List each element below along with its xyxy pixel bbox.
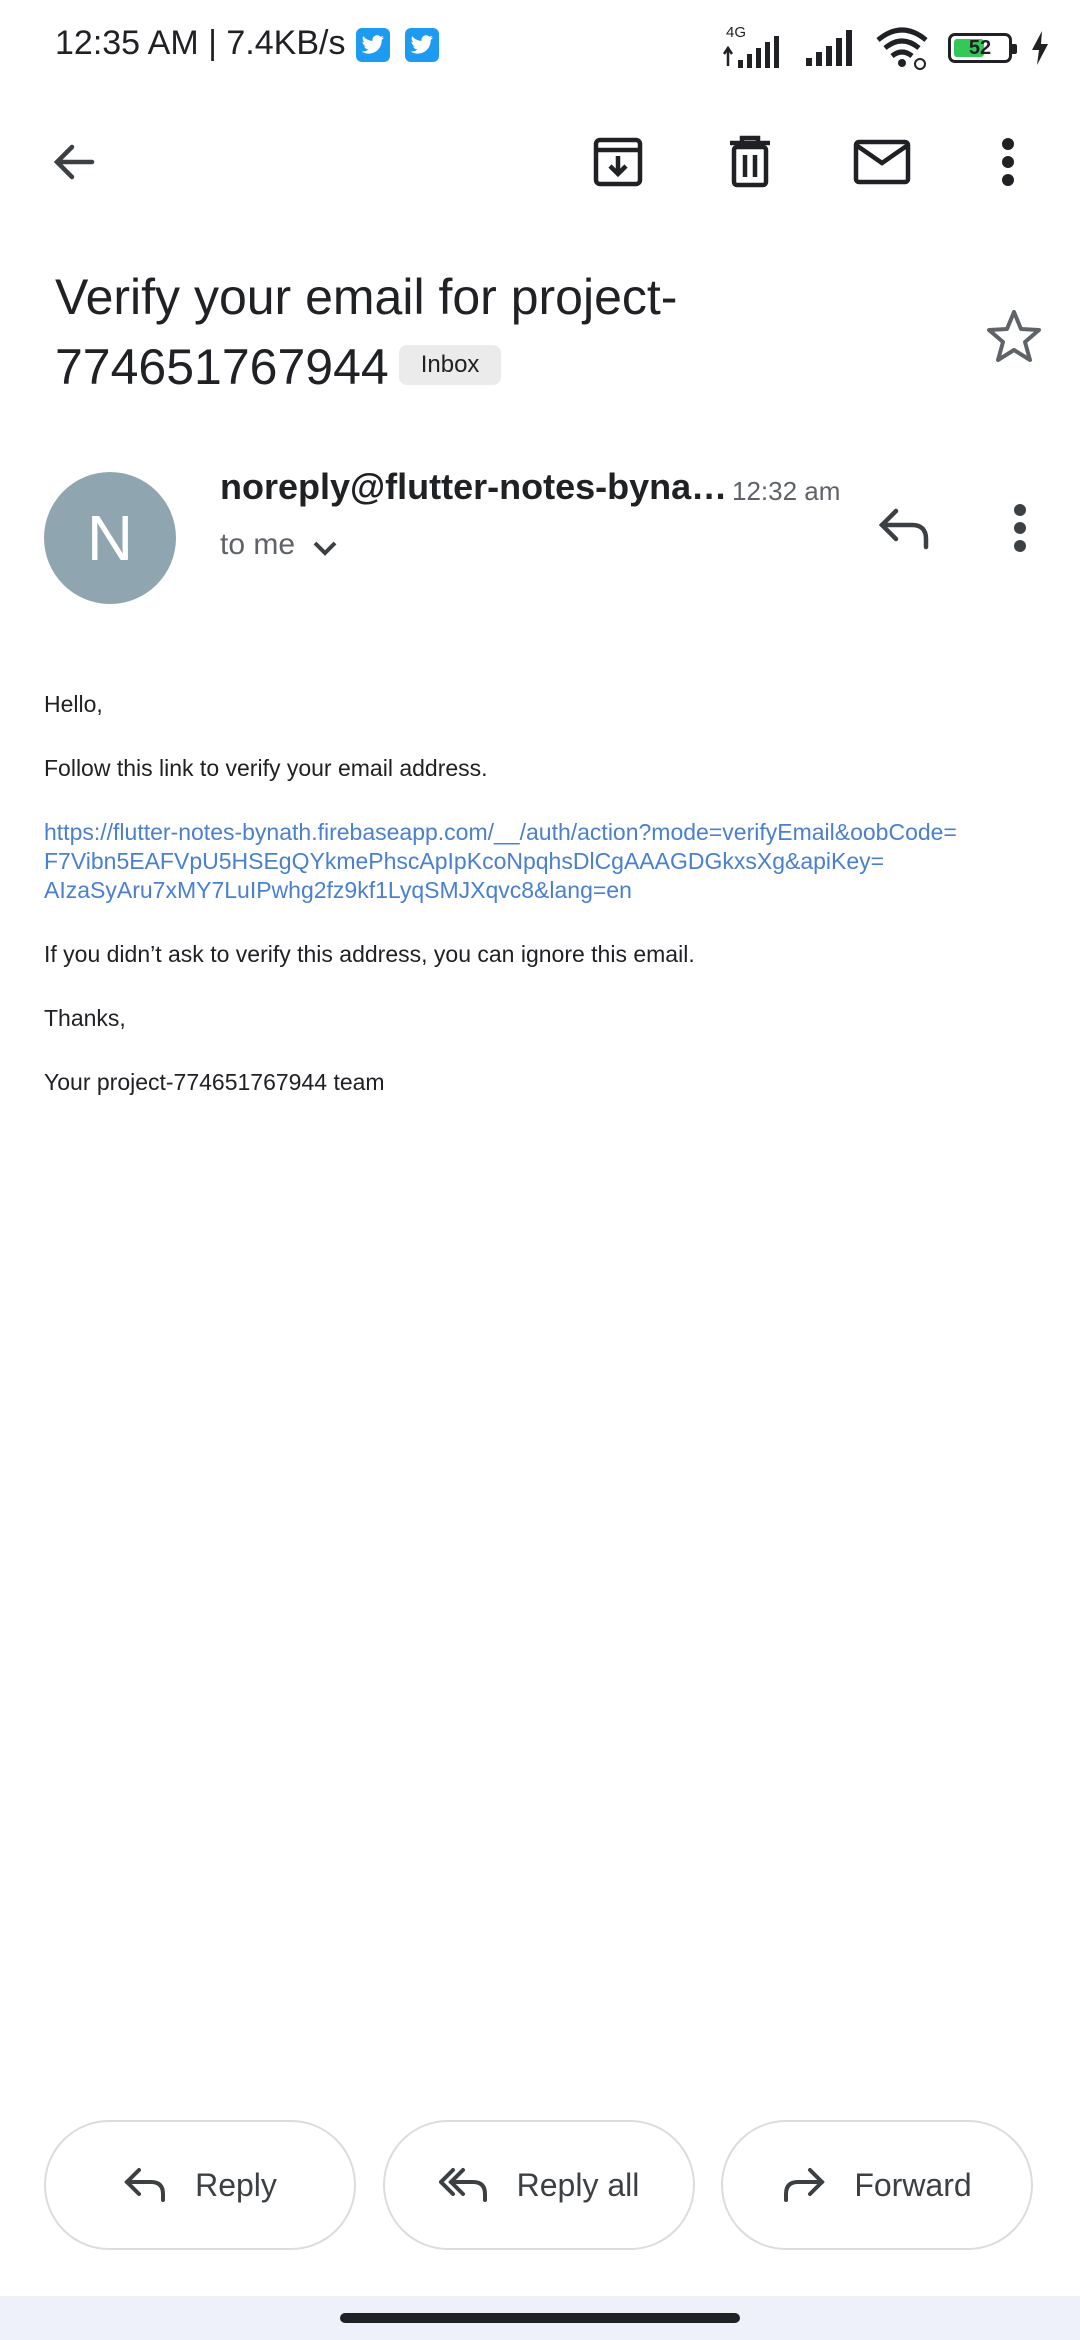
greeting: Hello,	[44, 691, 103, 717]
avatar[interactable]: N	[44, 472, 176, 604]
archive-icon	[593, 137, 643, 187]
signal-icon	[806, 30, 852, 66]
star-button[interactable]	[976, 298, 1052, 374]
mark-unread-button[interactable]	[844, 124, 920, 200]
more-options-button[interactable]	[970, 124, 1046, 200]
more-vert-icon	[1002, 138, 1014, 186]
mark-unread-icon	[853, 139, 911, 185]
signal-icon: 4G	[720, 24, 786, 72]
star-icon	[987, 310, 1041, 362]
reply-all-button[interactable]: Reply all	[383, 2120, 695, 2250]
message-more-button[interactable]	[982, 490, 1058, 566]
reply-icon	[124, 2168, 166, 2202]
email-time: 12:32 am	[732, 476, 841, 506]
signature: Your project-774651767944 team	[44, 1069, 385, 1095]
reply-button-header[interactable]	[866, 490, 942, 566]
back-arrow-icon	[53, 144, 95, 180]
home-indicator[interactable]	[340, 2313, 740, 2323]
email-subject: Verify your email for project-7746517679…	[55, 262, 955, 402]
archive-button[interactable]	[580, 124, 656, 200]
thanks: Thanks,	[44, 1005, 126, 1031]
forward-button[interactable]: Forward	[721, 2120, 1033, 2250]
forward-icon	[784, 2168, 826, 2202]
reply-button[interactable]: Reply	[44, 2120, 356, 2250]
charging-icon	[1032, 31, 1048, 65]
ignore-note: If you didn’t ask to verify this address…	[44, 941, 695, 967]
more-vert-icon	[1014, 504, 1026, 552]
status-time: 12:35 AM | 7.4KB/s	[55, 24, 346, 62]
delete-icon	[730, 135, 770, 188]
wifi-icon	[876, 27, 928, 70]
sender-name[interactable]: noreply@flutter-notes-byna…	[220, 466, 727, 508]
reply-label: Reply	[195, 2166, 277, 2203]
battery-level: 52	[968, 36, 992, 59]
to-me-label: to me	[220, 528, 296, 561]
reply-all-label: Reply all	[516, 2166, 640, 2203]
status-bar: 12:35 AM | 7.4KB/s 4G 52	[0, 0, 1080, 96]
battery-icon: 52	[948, 33, 1017, 63]
link-line[interactable]: https://flutter-notes-bynath.firebaseapp…	[44, 818, 1044, 847]
subject-text: Verify your email for project-7746517679…	[55, 269, 678, 395]
twitter-icon	[356, 28, 390, 62]
twitter-icon	[405, 28, 439, 62]
inbox-label-chip[interactable]: Inbox	[398, 344, 502, 385]
reply-icon	[878, 508, 929, 550]
recipient-details-toggle[interactable]: to me	[220, 528, 339, 562]
delete-button[interactable]	[712, 124, 788, 200]
forward-label: Forward	[854, 2166, 972, 2203]
status-icons: 4G 52	[720, 24, 1050, 72]
instruction: Follow this link to verify your email ad…	[44, 755, 488, 781]
chevron-down-icon	[313, 541, 337, 556]
link-line[interactable]: F7Vibn5EAFVpU5HSEgQYkmePhscApIpKcoNpqhsD…	[44, 847, 1044, 876]
link-line[interactable]: AIzaSyAru7xMY7LuIPwhg2fz9kf1LyqSMJXqvc8&…	[44, 876, 1044, 905]
back-button[interactable]	[36, 124, 112, 200]
reply-all-icon	[438, 2168, 487, 2202]
verify-link[interactable]: https://flutter-notes-bynath.firebaseapp…	[44, 818, 1044, 905]
email-body: Hello, Follow this link to verify your e…	[44, 690, 1044, 1132]
